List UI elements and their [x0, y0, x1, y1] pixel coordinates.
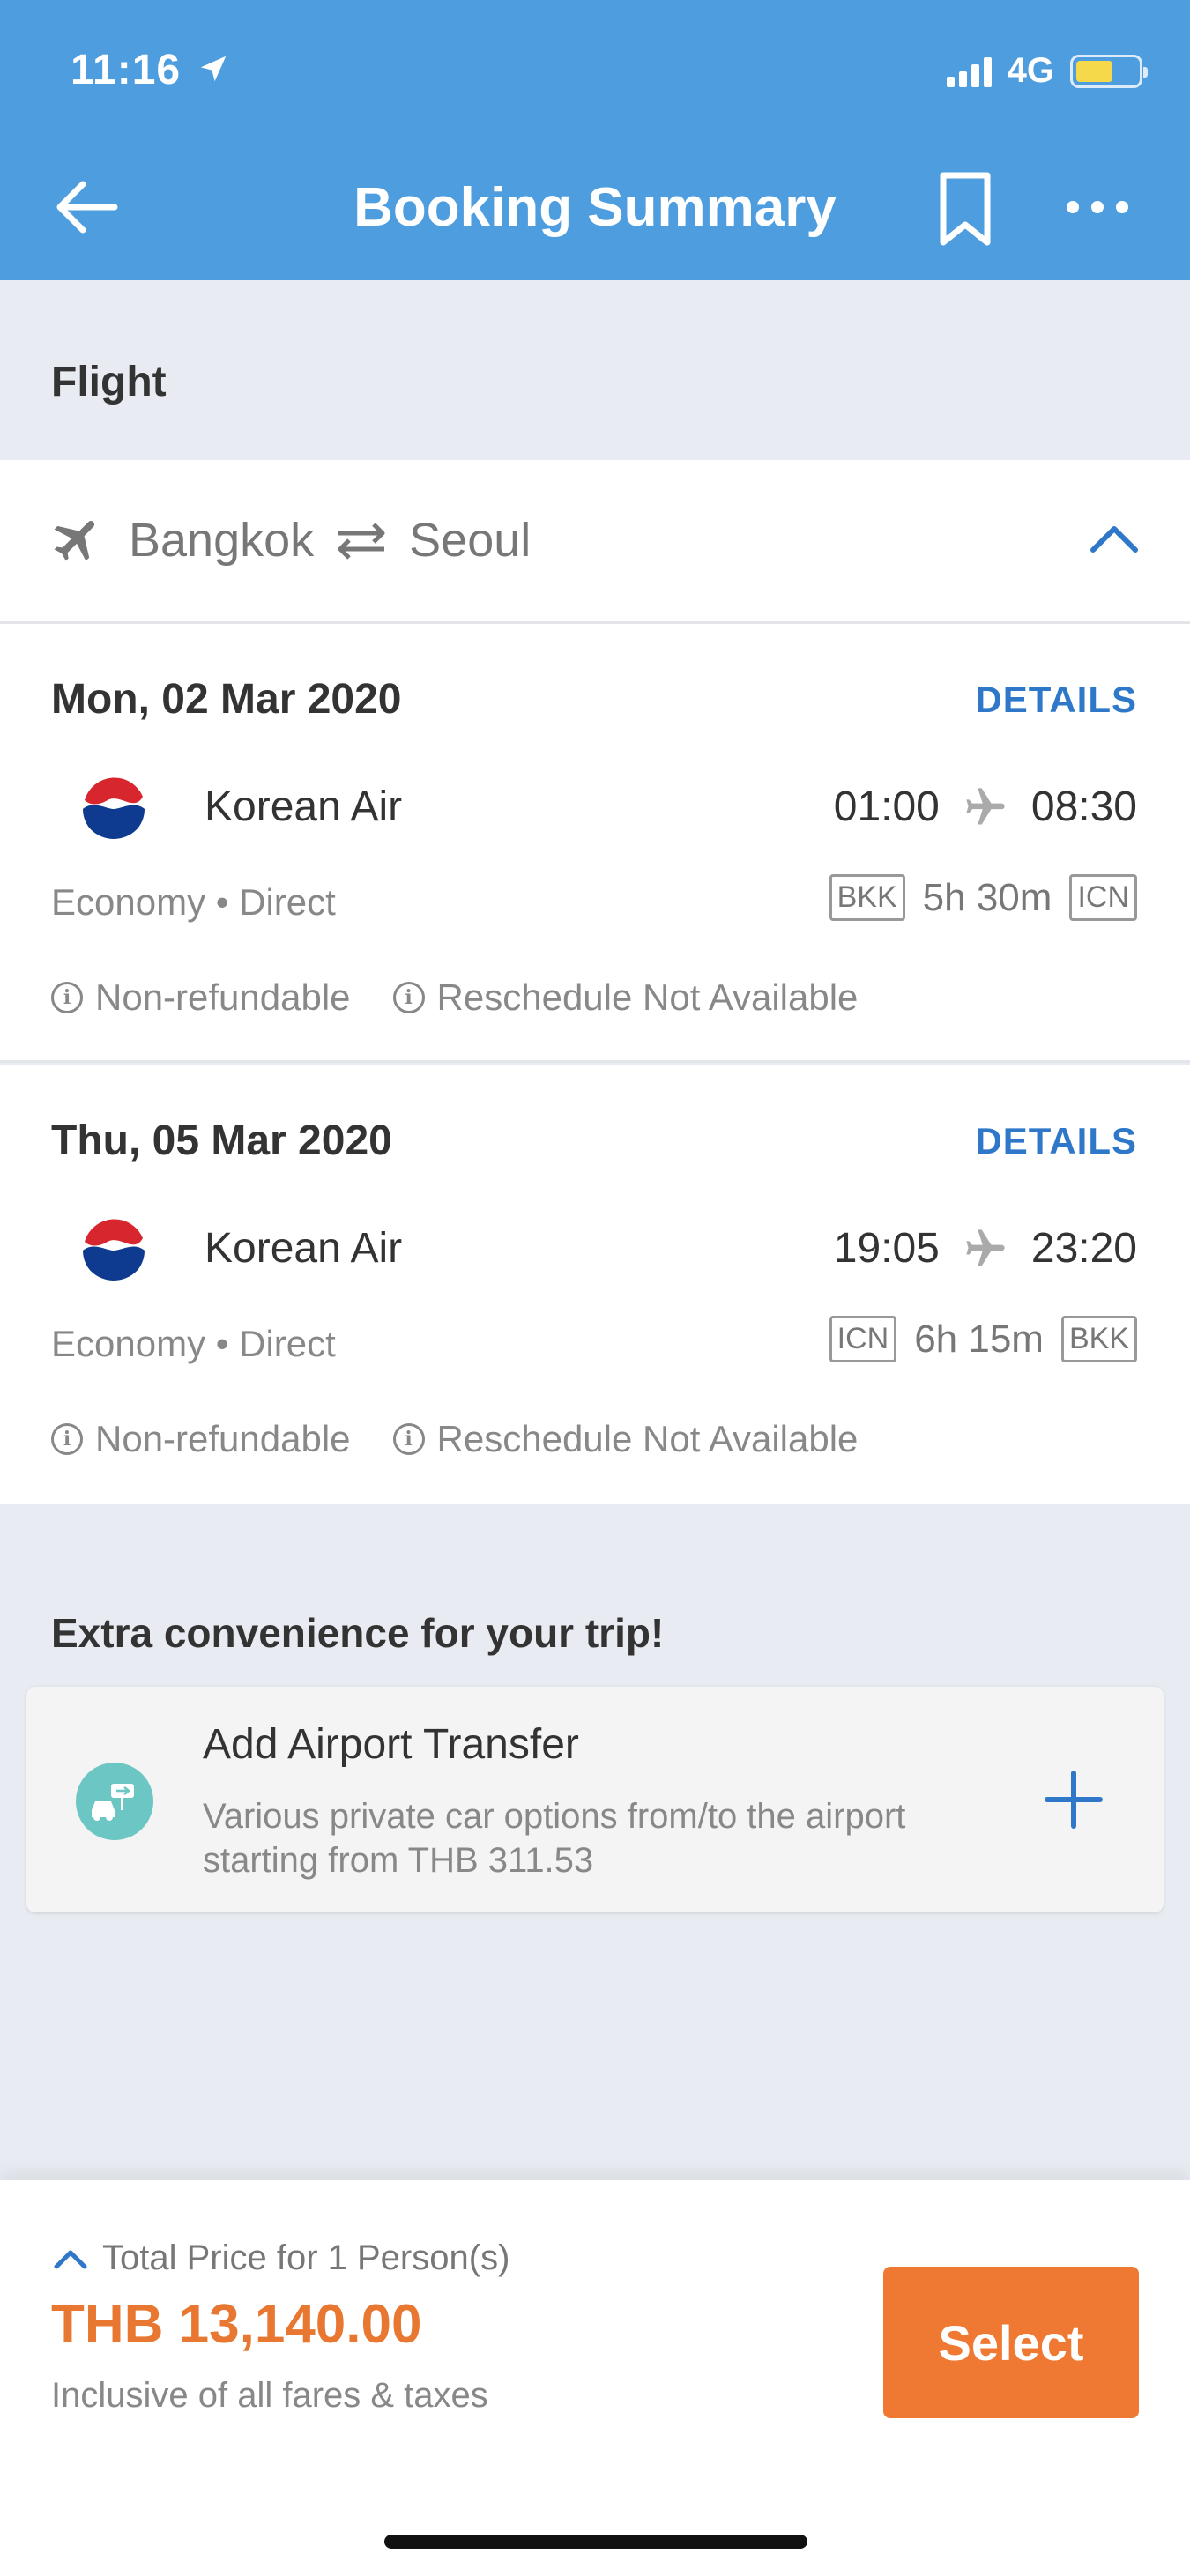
- policy-row: i Non-refundable i Reschedule Not Availa…: [51, 976, 858, 1019]
- price-footer: Total Price for 1 Person(s) THB 13,140.0…: [0, 2180, 1190, 2576]
- route-origin: Bangkok: [129, 514, 315, 567]
- airline-logo: [81, 774, 146, 839]
- info-icon: i: [51, 982, 83, 1013]
- duration: 6h 15m: [914, 1317, 1044, 1361]
- flight-date: Thu, 05 Mar 2020: [51, 1117, 392, 1164]
- duration: 5h 30m: [922, 875, 1052, 919]
- airplane-icon: [966, 787, 1005, 824]
- airline-name: Korean Air: [205, 1225, 403, 1272]
- info-icon: i: [51, 1423, 83, 1455]
- details-link[interactable]: DETAILS: [975, 1120, 1137, 1162]
- chevron-up-icon: [54, 2250, 87, 2268]
- origin-code: ICN: [829, 1316, 897, 1362]
- policy-text: Reschedule Not Available: [436, 1418, 859, 1459]
- refund-policy: i Non-refundable: [51, 976, 351, 1019]
- price-note: Inclusive of all fares & taxes: [51, 2376, 488, 2415]
- policy-text: Non-refundable: [95, 976, 351, 1018]
- home-indicator: [384, 2535, 807, 2549]
- dot-icon: [1067, 201, 1079, 213]
- policy-text: Reschedule Not Available: [436, 976, 859, 1018]
- arrive-time: 08:30: [1030, 783, 1137, 830]
- info-icon: i: [392, 982, 425, 1013]
- chevron-up-icon[interactable]: [1088, 520, 1141, 555]
- details-link[interactable]: DETAILS: [975, 679, 1137, 721]
- total-price-label: Total Price for 1 Person(s): [102, 2238, 510, 2277]
- status-time: 11:16: [71, 46, 230, 94]
- airport-transfer-icon: [76, 1763, 153, 1840]
- origin-code: BKK: [829, 874, 905, 921]
- flight-duration-row: ICN 6h 15m BKK: [829, 1316, 1137, 1362]
- flight-times: 01:00 08:30: [834, 783, 1137, 831]
- bookmark-icon: [940, 172, 991, 246]
- more-options-button[interactable]: [1067, 189, 1137, 225]
- route-text: Bangkok Seoul: [129, 513, 531, 568]
- signal-icon: [946, 56, 992, 87]
- dest-code: BKK: [1060, 1316, 1137, 1362]
- section-label: Flight: [51, 359, 167, 405]
- total-price-toggle[interactable]: Total Price for 1 Person(s): [51, 2238, 509, 2278]
- airline-logo: [81, 1215, 146, 1281]
- flight-times: 19:05 23:20: [834, 1224, 1137, 1273]
- app-header: 11:16 4G Booking Summary: [0, 0, 1190, 280]
- status-time-text: 11:16: [71, 47, 182, 93]
- flight-date: Mon, 02 Mar 2020: [51, 676, 402, 723]
- airport-transfer-card[interactable]: Add Airport Transfer Various private car…: [26, 1687, 1164, 1912]
- round-trip-icon: [338, 523, 385, 560]
- info-icon: i: [392, 1423, 425, 1455]
- battery-icon: [1070, 54, 1148, 88]
- dot-icon: [1116, 201, 1128, 213]
- route-row[interactable]: Bangkok Seoul: [0, 460, 1190, 624]
- transfer-description: Various private car options from/to the …: [203, 1797, 906, 1880]
- network-type: 4G: [1007, 51, 1054, 90]
- policy-row: i Non-refundable i Reschedule Not Availa…: [51, 1418, 858, 1460]
- total-price: THB 13,140.00: [51, 2294, 422, 2355]
- status-indicators: 4G: [946, 51, 1148, 91]
- arrive-time: 23:20: [1030, 1225, 1137, 1272]
- route-destination: Seoul: [409, 514, 532, 567]
- depart-time: 19:05: [833, 1225, 940, 1272]
- cabin-class: Economy • Direct: [51, 881, 336, 923]
- cabin-class: Economy • Direct: [51, 1323, 336, 1364]
- plus-icon[interactable]: [1042, 1768, 1105, 1831]
- policy-text: Non-refundable: [95, 1418, 351, 1459]
- airline-name: Korean Air: [205, 783, 403, 830]
- extras-heading: Extra convenience for your trip!: [51, 1610, 665, 1656]
- flight-card-outbound: Mon, 02 Mar 2020 DETAILS Korean Air 01:0…: [0, 624, 1190, 1063]
- refund-policy: i Non-refundable: [51, 1418, 351, 1460]
- reschedule-policy: i Reschedule Not Available: [392, 1418, 859, 1460]
- depart-time: 01:00: [833, 783, 940, 830]
- bookmark-button[interactable]: [934, 170, 996, 249]
- flight-card-return: Thu, 05 Mar 2020 DETAILS Korean Air 19:0…: [0, 1065, 1190, 1504]
- airplane-icon: [966, 1229, 1005, 1266]
- page-title: Booking Summary: [353, 177, 837, 238]
- dot-icon: [1091, 201, 1104, 213]
- transfer-title: Add Airport Transfer: [203, 1721, 579, 1768]
- flight-duration-row: BKK 5h 30m ICN: [829, 874, 1137, 921]
- airplane-icon: [54, 521, 95, 561]
- location-arrow-icon: [201, 56, 227, 82]
- reschedule-policy: i Reschedule Not Available: [392, 976, 859, 1019]
- select-button[interactable]: Select: [883, 2267, 1139, 2418]
- dest-code: ICN: [1069, 874, 1137, 921]
